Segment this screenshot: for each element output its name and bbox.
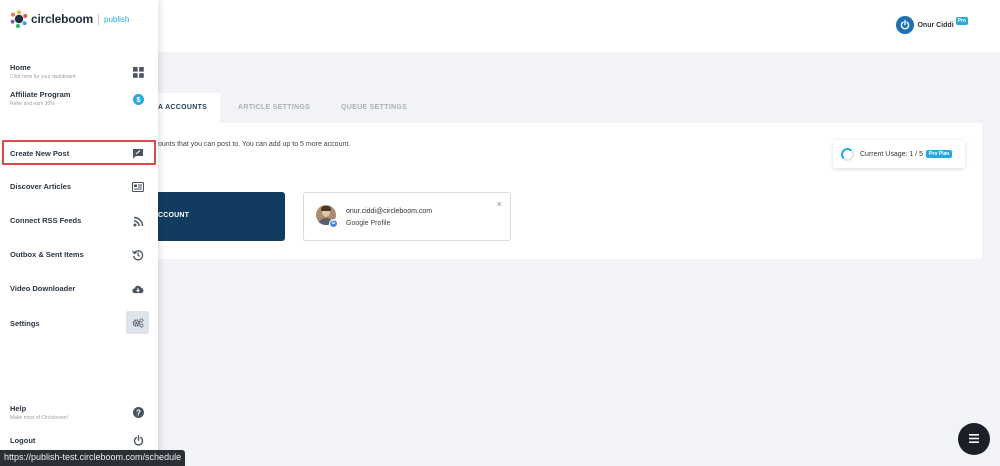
help-icon: ?	[132, 406, 144, 418]
sidebar-item-rss-feeds[interactable]: Connect RSS Feeds	[0, 210, 158, 232]
user-avatar-power-icon	[896, 16, 915, 34]
pro-plan-badge: Pro Plan	[926, 150, 953, 158]
sidebar-item-settings[interactable]: Settings	[0, 312, 158, 334]
sidebar-item-label: Home	[10, 63, 31, 72]
dollar-icon: $	[132, 93, 144, 105]
status-bar-url: https://publish-test.circleboom.com/sche…	[0, 450, 186, 466]
sidebar: circleboom publish Home Click here for y…	[0, 0, 158, 466]
hamburger-menu-icon	[969, 430, 979, 448]
google-icon: G	[329, 219, 338, 228]
sidebar-item-label: Outbox & Sent Items	[10, 250, 84, 259]
sidebar-item-label: Help	[10, 404, 27, 413]
history-icon	[132, 249, 144, 261]
usage-indicator: Current Usage: 1 / 5 Pro Plan	[833, 140, 965, 168]
sidebar-item-logout[interactable]: Logout	[0, 432, 158, 448]
newspaper-icon	[132, 181, 144, 193]
add-account-button[interactable]: CCOUNT	[158, 192, 285, 241]
usage-progress-icon	[841, 147, 854, 161]
accounts-description: ounts that you can post to. You can add …	[158, 141, 351, 148]
account-type: Google Profile	[346, 220, 391, 227]
sidebar-item-label: Discover Articles	[10, 182, 72, 191]
user-pro-badge: Pro	[955, 17, 968, 25]
gears-icon	[132, 317, 144, 329]
sidebar-item-discover-articles[interactable]: Discover Articles	[0, 176, 158, 198]
sidebar-item-label: Settings	[10, 319, 40, 328]
logo-divider	[98, 13, 100, 25]
circleboom-logo-icon	[10, 10, 28, 28]
sidebar-item-label: Logout	[10, 436, 36, 445]
brand-name: circleboom	[31, 12, 94, 26]
sidebar-item-sublabel: Refer and earn 30%	[10, 101, 55, 107]
tab-article-settings[interactable]: ARTICLE SETTINGS	[238, 93, 318, 123]
power-icon	[132, 434, 144, 446]
dashboard-icon	[132, 66, 144, 78]
sidebar-item-label: Affiliate Program	[10, 90, 71, 99]
brand-logo[interactable]: circleboom publish	[10, 10, 129, 28]
sidebar-item-label: Video Downloader	[10, 284, 76, 293]
account-card[interactable]: G onur.ciddi@circleboom.com Google Profi…	[303, 192, 511, 241]
svg-text:?: ?	[136, 408, 141, 417]
tab-queue-settings[interactable]: QUEUE SETTINGS	[341, 93, 421, 123]
cloud-download-icon	[132, 283, 144, 295]
accounts-panel: ounts that you can post to. You can add …	[158, 123, 982, 259]
remove-account-close-icon[interactable]: ×	[497, 200, 502, 209]
sidebar-item-sublabel: Make most of Circleboom!	[10, 415, 69, 421]
brand-product: publish	[104, 14, 130, 24]
sidebar-item-label: Connect RSS Feeds	[10, 216, 82, 225]
sidebar-item-affiliate[interactable]: Affiliate Program Refer and earn 30% $	[0, 87, 158, 113]
user-name: Onur Ciddi	[917, 21, 954, 29]
sidebar-item-outbox[interactable]: Outbox & Sent Items	[0, 244, 158, 266]
floating-menu-button[interactable]	[958, 423, 990, 455]
sidebar-item-video-downloader[interactable]: Video Downloader	[0, 278, 158, 300]
create-post-highlight	[2, 140, 156, 165]
rss-icon	[132, 215, 144, 227]
sidebar-item-home[interactable]: Home Click here for your dashboard	[0, 60, 158, 86]
settings-tabs: A ACCOUNTS ARTICLE SETTINGS QUEUE SETTIN…	[158, 93, 407, 123]
tab-accounts[interactable]: A ACCOUNTS	[158, 93, 220, 123]
sidebar-item-sublabel: Click here for your dashboard	[10, 74, 76, 80]
user-menu[interactable]: Onur Ciddi Pro	[896, 16, 968, 34]
usage-label: Current Usage: 1 / 5	[860, 150, 924, 158]
account-email: onur.ciddi@circleboom.com	[346, 208, 433, 215]
sidebar-item-help[interactable]: Help Make most of Circleboom! ?	[0, 401, 158, 425]
